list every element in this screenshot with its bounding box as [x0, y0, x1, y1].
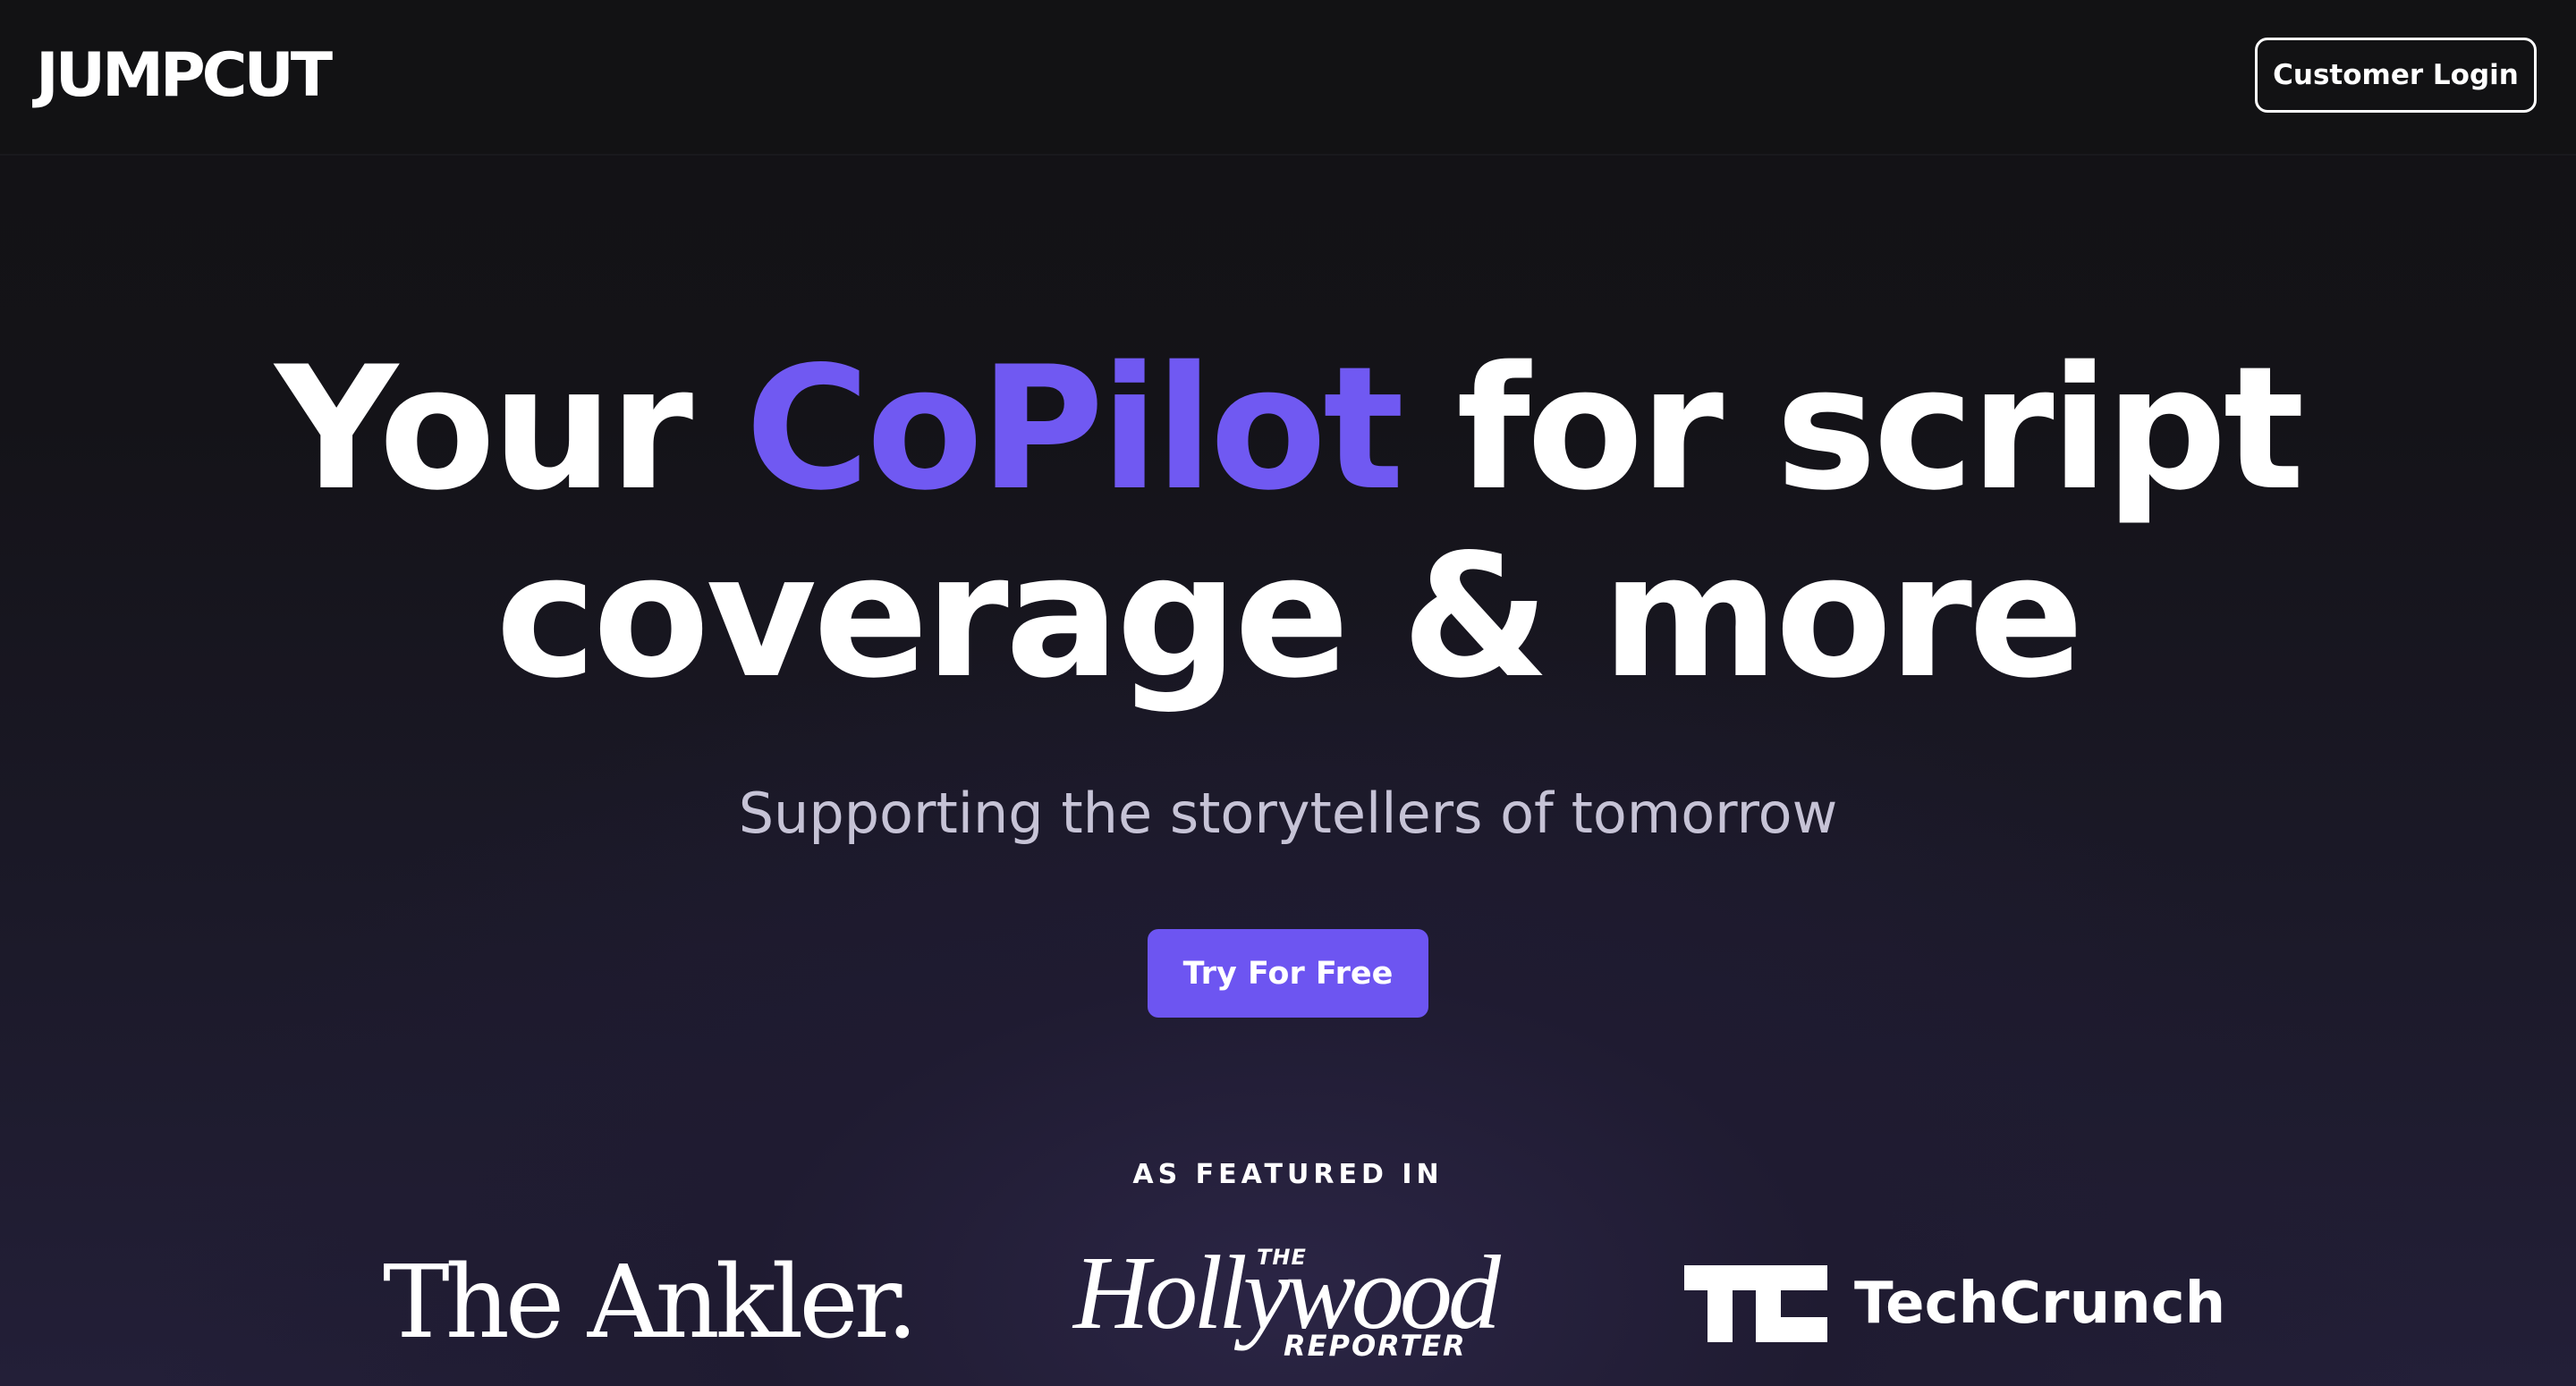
try-for-free-button[interactable]: Try For Free: [1148, 929, 1428, 1018]
customer-login-button[interactable]: Customer Login: [2255, 38, 2537, 113]
hero-title-accent: CoPilot: [745, 330, 1404, 528]
techcrunch-wordmark: TechCrunch: [1854, 1271, 2226, 1337]
navbar: JUMPCUT Customer Login: [0, 0, 2576, 156]
hero-title: Your CoPilot for script coverage & more: [0, 335, 2576, 711]
hero-subtitle: Supporting the storytellers of tomorrow: [738, 781, 1838, 846]
hollywood-reporter-the: THE: [1257, 1245, 1307, 1270]
techcrunch-logo: TechCrunch: [1684, 1263, 2225, 1344]
the-ankler-logo: The Ankler.: [383, 1245, 919, 1361]
jumpcut-logo[interactable]: JUMPCUT: [36, 36, 333, 116]
hero-title-line2: coverage & more: [496, 518, 2084, 715]
hollywood-reporter-logo: Hollywood THE REPORTER: [1073, 1240, 1521, 1368]
hero-title-part1: Your: [275, 330, 746, 528]
hero-title-part2: for script: [1401, 330, 2304, 528]
landing-page: JUMPCUT Customer Login Your CoPilot for …: [0, 0, 2576, 1386]
featured-in-label: AS FEATURED IN: [1132, 1159, 1444, 1190]
techcrunch-icon: [1684, 1265, 1827, 1342]
hollywood-reporter-sub: REPORTER: [1284, 1329, 1467, 1363]
